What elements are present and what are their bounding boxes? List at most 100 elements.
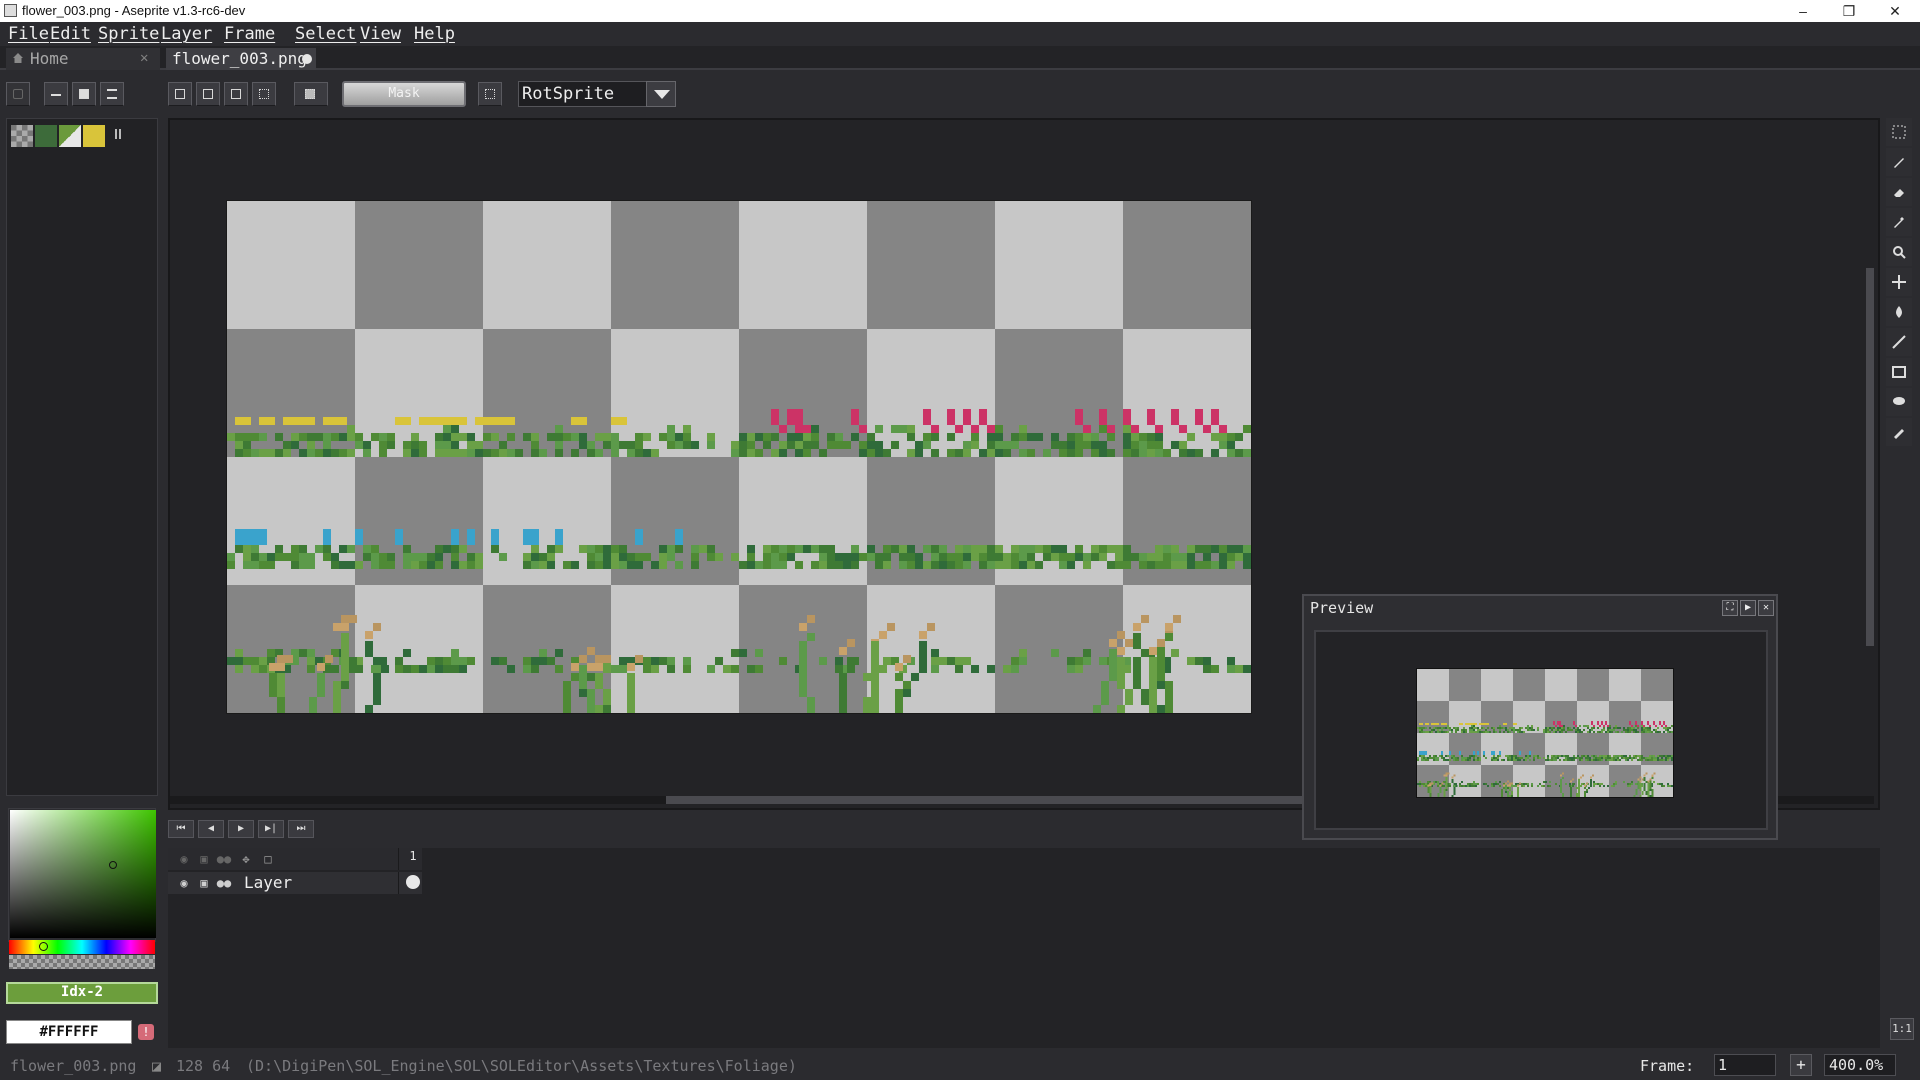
close-window-button[interactable]: ✕ [1872, 0, 1918, 22]
color-index-badge[interactable]: Idx-2 [6, 982, 158, 1004]
layers-icon[interactable]: ✥ [238, 851, 254, 867]
close-icon[interactable]: ✕ [140, 48, 148, 69]
lock-icon[interactable]: ▣ [196, 851, 212, 867]
layer-lock-icon[interactable]: ▣ [196, 875, 212, 891]
pencil-icon [1894, 158, 1904, 168]
transparent-color-icon[interactable] [478, 82, 502, 106]
zoom-tool[interactable] [1886, 238, 1912, 266]
chevron-down-icon [654, 90, 670, 99]
actual-size-button[interactable]: 1:1 [1890, 1018, 1914, 1040]
horizontal-scroll-thumb[interactable] [666, 796, 1306, 804]
rotation-dropdown-button[interactable] [646, 81, 676, 107]
hex-color-field[interactable]: #FFFFFF [6, 1020, 132, 1044]
status-size: 128 64 [176, 1057, 231, 1075]
status-path: (D:\DigiPen\SOL_Engine\SOL\SOLEditor\Ass… [246, 1057, 797, 1075]
cel-dot-icon[interactable] [406, 875, 420, 889]
layer-continuous-icon[interactable]: ●● [216, 875, 232, 891]
tab-bar: Home ✕ flower_003.png [0, 46, 1920, 70]
play-button[interactable]: ▶ [228, 820, 254, 838]
intersect-selection-icon[interactable] [252, 82, 276, 106]
preview-image [1416, 668, 1674, 798]
preview-play-icon[interactable]: ▶ [1740, 600, 1756, 616]
sort-icon[interactable] [44, 82, 68, 106]
color-spectrum[interactable] [8, 808, 156, 942]
fill-tool[interactable] [1886, 298, 1912, 326]
mask-color-button[interactable]: Mask [342, 81, 466, 107]
maximize-button[interactable]: ❐ [1826, 0, 1872, 22]
tab-home[interactable]: Home ✕ [6, 48, 160, 70]
menu-layer[interactable]: Layer [161, 24, 212, 44]
tab-home-label: Home [30, 49, 69, 68]
minimize-button[interactable]: – [1780, 0, 1826, 22]
subtract-selection-icon[interactable] [224, 82, 248, 106]
palette-options-icon[interactable] [115, 129, 121, 139]
options-menu-icon[interactable] [100, 82, 124, 106]
zoom-input[interactable]: 400.0% [1824, 1054, 1896, 1076]
canvas-size-icon: ◪ [152, 1057, 162, 1075]
window-title: flower_003.png - Aseprite v1.3-rc6-dev [22, 3, 246, 18]
previous-frame-button[interactable]: ◀ [198, 820, 224, 838]
title-bar: flower_003.png - Aseprite v1.3-rc6-dev –… [0, 0, 1920, 22]
tab-file-label: flower_003.png [172, 49, 307, 68]
palette-swatch-2[interactable] [59, 125, 81, 147]
tools-bar [1886, 118, 1914, 450]
presets-icon[interactable] [72, 82, 96, 106]
alpha-slider[interactable] [9, 955, 155, 969]
frame-input[interactable]: 1 [1714, 1054, 1776, 1076]
preview-viewport[interactable] [1314, 630, 1768, 830]
palette-panel [6, 118, 158, 796]
first-frame-button[interactable]: ⏮ [168, 820, 194, 838]
lasso-tool[interactable] [1886, 388, 1912, 416]
visibility-eye-icon[interactable]: ◉ [176, 875, 192, 891]
eyedropper-tool[interactable] [1886, 208, 1912, 236]
menu-view[interactable]: View [360, 24, 401, 44]
preview-fullscreen-icon[interactable]: ⛶ [1722, 600, 1738, 616]
last-frame-button[interactable]: ⏭ [288, 820, 314, 838]
menu-frame[interactable]: Frame [224, 24, 275, 44]
warning-icon[interactable]: ! [138, 1024, 154, 1040]
eyedropper-icon [1894, 217, 1904, 228]
continuous-icon[interactable]: ●● [216, 851, 232, 867]
replace-selection-icon[interactable] [168, 82, 192, 106]
menu-select[interactable]: Select [295, 24, 356, 44]
layer-name[interactable]: Layer [244, 873, 292, 892]
menu-sprite[interactable]: Sprite [98, 24, 159, 44]
palette-swatch-1[interactable] [35, 125, 57, 147]
move-tool[interactable] [1886, 268, 1912, 296]
preview-close-icon[interactable]: ✕ [1758, 600, 1774, 616]
menu-edit[interactable]: Edit [50, 24, 91, 44]
hue-slider[interactable] [9, 940, 155, 954]
next-frame-button[interactable]: ▶| [258, 820, 284, 838]
blur-tool[interactable] [1886, 418, 1912, 446]
folder-icon[interactable]: □ [260, 851, 276, 867]
add-selection-icon[interactable] [196, 82, 220, 106]
eraser-tool[interactable] [1886, 178, 1912, 206]
sprite-canvas[interactable] [226, 200, 1252, 714]
modified-indicator-icon[interactable] [302, 54, 312, 64]
tab-flower-file[interactable]: flower_003.png [166, 48, 316, 70]
layer-row[interactable]: ◉ ▣ ●● Layer [168, 872, 422, 894]
marquee-icon [1892, 125, 1906, 139]
foliage-sprite-image [227, 409, 1251, 713]
menu-help[interactable]: Help [414, 24, 455, 44]
marquee-tool[interactable] [1886, 118, 1912, 146]
pencil-tool[interactable] [1886, 148, 1912, 176]
palette-swatch-3[interactable] [83, 125, 105, 147]
line-tool[interactable] [1886, 328, 1912, 356]
vertical-scroll-thumb[interactable] [1866, 268, 1874, 646]
saturation-value-box[interactable] [10, 810, 156, 938]
rectangle-tool[interactable] [1886, 358, 1912, 386]
hue-cursor[interactable] [39, 942, 48, 951]
eye-icon[interactable]: ◉ [176, 851, 192, 867]
preview-window[interactable]: Preview ⛶ ▶ ✕ [1302, 594, 1778, 840]
add-frame-button[interactable]: + [1790, 1054, 1812, 1076]
frame-number[interactable]: 1 [404, 849, 422, 863]
move-icon [1892, 275, 1906, 289]
pivot-icon[interactable] [294, 82, 328, 106]
timeline-header-row: ◉ ▣ ●● ✥ □ [168, 848, 422, 870]
menu-file[interactable]: File [8, 24, 49, 44]
line-icon [1892, 335, 1906, 349]
lock-icon[interactable] [6, 82, 30, 106]
palette-swatch-0[interactable] [11, 125, 33, 147]
color-cursor[interactable] [109, 861, 117, 869]
